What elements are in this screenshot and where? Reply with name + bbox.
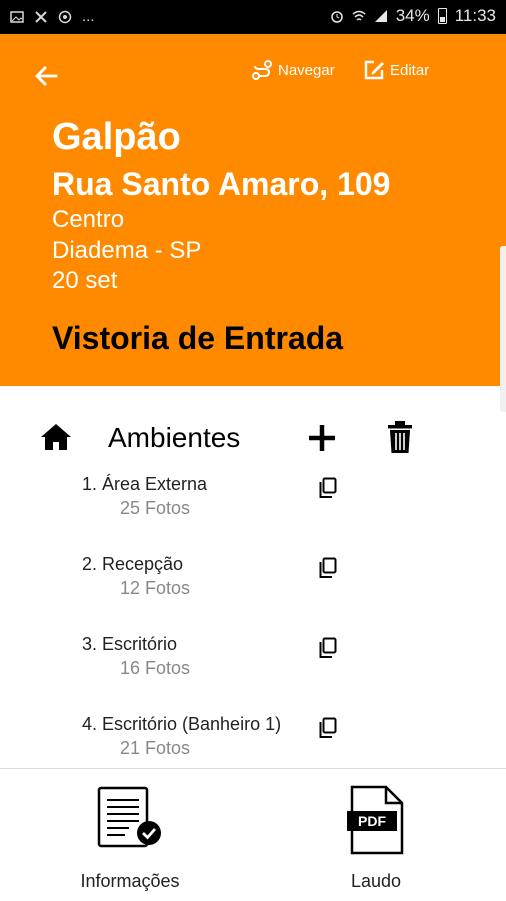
battery-percent: 34% — [395, 6, 430, 25]
list-item[interactable]: 4. Escritório (Banheiro 1) 21 Fotos — [0, 714, 506, 774]
copy-icon[interactable] — [316, 556, 340, 580]
trash-icon[interactable] — [386, 420, 414, 454]
property-city: Diadema - SP — [52, 237, 202, 264]
ambiente-name: 4. Escritório (Banheiro 1) — [82, 714, 282, 734]
photo-count: 12 Fotos — [120, 578, 191, 598]
photo-count: 21 Fotos — [120, 738, 191, 758]
pdf-text: PDF — [358, 813, 386, 829]
tab-informacoes[interactable]: Informações — [50, 785, 210, 897]
photo-count: 16 Fotos — [120, 658, 191, 678]
list-item[interactable]: 2. Recepção 12 Fotos — [0, 554, 506, 614]
inspection-date: 20 set — [52, 267, 118, 294]
image-icon — [10, 10, 24, 23]
tools-icon — [35, 10, 47, 23]
edit-icon — [364, 60, 384, 80]
signal-icon — [374, 10, 387, 22]
copy-icon[interactable] — [316, 476, 340, 500]
circle-icon — [58, 10, 72, 23]
ambiente-name: 3. Escritório — [82, 634, 178, 654]
alarm-icon — [330, 11, 343, 23]
copy-icon[interactable] — [316, 716, 340, 740]
informacoes-label: Informações — [80, 871, 180, 891]
property-address: Rua Santo Amaro, 109 — [52, 166, 391, 202]
battery-icon — [437, 8, 447, 24]
navegar-button[interactable]: Navegar — [250, 58, 335, 82]
property-title: Galpão — [52, 116, 181, 158]
clock: 11:33 — [454, 6, 496, 25]
ambiente-name: 2. Recepção — [82, 554, 184, 574]
overflow-indicator: ... — [82, 8, 95, 25]
notification-icons: ... — [10, 8, 95, 25]
ambientes-title: Ambientes — [108, 422, 241, 453]
back-arrow-icon[interactable] — [32, 62, 60, 90]
status-bar: ... 34% 11:33 — [0, 0, 506, 34]
system-status: 34% 11:33 — [330, 6, 496, 26]
side-drawer-handle[interactable] — [500, 246, 506, 412]
editar-button[interactable]: Editar — [362, 58, 429, 82]
ambientes-toolbar: Ambientes — [0, 414, 506, 460]
pdf-file-icon: PDF — [347, 785, 404, 855]
tab-laudo[interactable]: PDF Laudo — [296, 785, 456, 897]
inspection-type: Vistoria de Entrada — [52, 320, 344, 356]
document-check-icon — [97, 786, 161, 848]
home-icon[interactable] — [40, 422, 72, 452]
list-item[interactable]: 1. Área Externa 25 Fotos — [0, 474, 506, 534]
property-district: Centro — [52, 206, 125, 233]
property-header: Navegar Editar Galpão Rua Santo Amaro, 1… — [0, 34, 506, 412]
ambiente-name: 1. Área Externa — [82, 474, 208, 494]
photo-count: 25 Fotos — [120, 498, 191, 518]
add-icon[interactable] — [306, 422, 338, 454]
wifi-icon — [352, 10, 366, 21]
list-item[interactable]: 3. Escritório 16 Fotos — [0, 634, 506, 694]
copy-icon[interactable] — [316, 636, 340, 660]
navegar-label: Navegar — [278, 61, 335, 79]
bottom-navigation: Informações PDF Laudo — [0, 768, 506, 901]
route-icon — [252, 60, 272, 80]
laudo-label: Laudo — [350, 871, 402, 891]
editar-label: Editar — [390, 61, 430, 79]
